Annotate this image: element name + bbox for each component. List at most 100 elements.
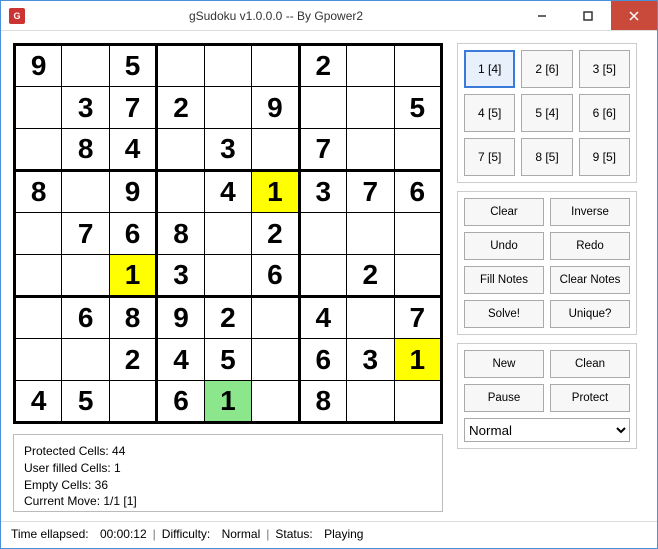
cell-8-4[interactable]: 1	[204, 381, 251, 423]
numpad-5[interactable]: 5 [4]	[521, 94, 572, 132]
fill-notes-button[interactable]: Fill Notes	[464, 266, 544, 294]
maximize-button[interactable]	[565, 1, 611, 30]
cell-7-0[interactable]	[15, 339, 62, 381]
cell-0-2[interactable]: 5	[109, 45, 156, 87]
cell-7-7[interactable]: 3	[347, 339, 394, 381]
cell-6-5[interactable]	[252, 297, 299, 339]
cell-7-6[interactable]: 6	[299, 339, 346, 381]
solve--button[interactable]: Solve!	[464, 300, 544, 328]
cell-5-0[interactable]	[15, 255, 62, 297]
cell-7-1[interactable]	[62, 339, 109, 381]
cell-5-1[interactable]	[62, 255, 109, 297]
cell-8-2[interactable]	[109, 381, 156, 423]
cell-3-8[interactable]: 6	[394, 171, 442, 213]
cell-2-8[interactable]	[394, 129, 442, 171]
cell-5-7[interactable]: 2	[347, 255, 394, 297]
cell-8-6[interactable]: 8	[299, 381, 346, 423]
numpad-8[interactable]: 8 [5]	[521, 138, 572, 176]
cell-3-7[interactable]: 7	[347, 171, 394, 213]
cell-1-7[interactable]	[347, 87, 394, 129]
cell-8-0[interactable]: 4	[15, 381, 62, 423]
cell-6-7[interactable]	[347, 297, 394, 339]
cell-3-5[interactable]: 1	[252, 171, 299, 213]
cell-4-8[interactable]	[394, 213, 442, 255]
cell-2-2[interactable]: 4	[109, 129, 156, 171]
cell-2-5[interactable]	[252, 129, 299, 171]
cell-1-4[interactable]	[204, 87, 251, 129]
cell-4-2[interactable]: 6	[109, 213, 156, 255]
cell-1-2[interactable]: 7	[109, 87, 156, 129]
cell-8-1[interactable]: 5	[62, 381, 109, 423]
cell-5-6[interactable]	[299, 255, 346, 297]
cell-8-3[interactable]: 6	[157, 381, 204, 423]
cell-0-4[interactable]	[204, 45, 251, 87]
inverse-button[interactable]: Inverse	[550, 198, 630, 226]
pause-button[interactable]: Pause	[464, 384, 544, 412]
undo-button[interactable]: Undo	[464, 232, 544, 260]
cell-0-3[interactable]	[157, 45, 204, 87]
cell-5-4[interactable]	[204, 255, 251, 297]
cell-5-2[interactable]: 1	[109, 255, 156, 297]
numpad-9[interactable]: 9 [5]	[579, 138, 630, 176]
cell-3-4[interactable]: 4	[204, 171, 251, 213]
numpad-4[interactable]: 4 [5]	[464, 94, 515, 132]
cell-3-6[interactable]: 3	[299, 171, 346, 213]
cell-7-3[interactable]: 4	[157, 339, 204, 381]
cell-3-0[interactable]: 8	[15, 171, 62, 213]
cell-3-1[interactable]	[62, 171, 109, 213]
cell-6-8[interactable]: 7	[394, 297, 442, 339]
cell-2-3[interactable]	[157, 129, 204, 171]
numpad-2[interactable]: 2 [6]	[521, 50, 572, 88]
cell-6-3[interactable]: 9	[157, 297, 204, 339]
cell-0-1[interactable]	[62, 45, 109, 87]
numpad-3[interactable]: 3 [5]	[579, 50, 630, 88]
clear-button[interactable]: Clear	[464, 198, 544, 226]
cell-2-6[interactable]: 7	[299, 129, 346, 171]
cell-2-4[interactable]: 3	[204, 129, 251, 171]
cell-1-8[interactable]: 5	[394, 87, 442, 129]
cell-5-5[interactable]: 6	[252, 255, 299, 297]
clear-notes-button[interactable]: Clear Notes	[550, 266, 630, 294]
cell-0-7[interactable]	[347, 45, 394, 87]
numpad-1[interactable]: 1 [4]	[464, 50, 515, 88]
cell-2-1[interactable]: 8	[62, 129, 109, 171]
protect-button[interactable]: Protect	[550, 384, 630, 412]
cell-4-7[interactable]	[347, 213, 394, 255]
cell-4-3[interactable]: 8	[157, 213, 204, 255]
cell-0-8[interactable]	[394, 45, 442, 87]
cell-7-8[interactable]: 1	[394, 339, 442, 381]
cell-1-6[interactable]	[299, 87, 346, 129]
cell-3-3[interactable]	[157, 171, 204, 213]
minimize-button[interactable]	[519, 1, 565, 30]
numpad-7[interactable]: 7 [5]	[464, 138, 515, 176]
cell-1-5[interactable]: 9	[252, 87, 299, 129]
cell-5-3[interactable]: 3	[157, 255, 204, 297]
cell-7-5[interactable]	[252, 339, 299, 381]
new-button[interactable]: New	[464, 350, 544, 378]
cell-0-0[interactable]: 9	[15, 45, 62, 87]
cell-6-0[interactable]	[15, 297, 62, 339]
difficulty-select[interactable]: Normal	[464, 418, 630, 442]
redo-button[interactable]: Redo	[550, 232, 630, 260]
cell-8-7[interactable]	[347, 381, 394, 423]
cell-6-4[interactable]: 2	[204, 297, 251, 339]
unique--button[interactable]: Unique?	[550, 300, 630, 328]
cell-8-8[interactable]	[394, 381, 442, 423]
cell-4-5[interactable]: 2	[252, 213, 299, 255]
numpad-6[interactable]: 6 [6]	[579, 94, 630, 132]
cell-6-6[interactable]: 4	[299, 297, 346, 339]
cell-1-3[interactable]: 2	[157, 87, 204, 129]
cell-7-4[interactable]: 5	[204, 339, 251, 381]
cell-1-0[interactable]	[15, 87, 62, 129]
clean-button[interactable]: Clean	[550, 350, 630, 378]
cell-7-2[interactable]: 2	[109, 339, 156, 381]
cell-4-1[interactable]: 7	[62, 213, 109, 255]
cell-0-5[interactable]	[252, 45, 299, 87]
cell-6-2[interactable]: 8	[109, 297, 156, 339]
cell-0-6[interactable]: 2	[299, 45, 346, 87]
cell-5-8[interactable]	[394, 255, 442, 297]
cell-6-1[interactable]: 6	[62, 297, 109, 339]
cell-4-4[interactable]	[204, 213, 251, 255]
cell-1-1[interactable]: 3	[62, 87, 109, 129]
cell-4-6[interactable]	[299, 213, 346, 255]
